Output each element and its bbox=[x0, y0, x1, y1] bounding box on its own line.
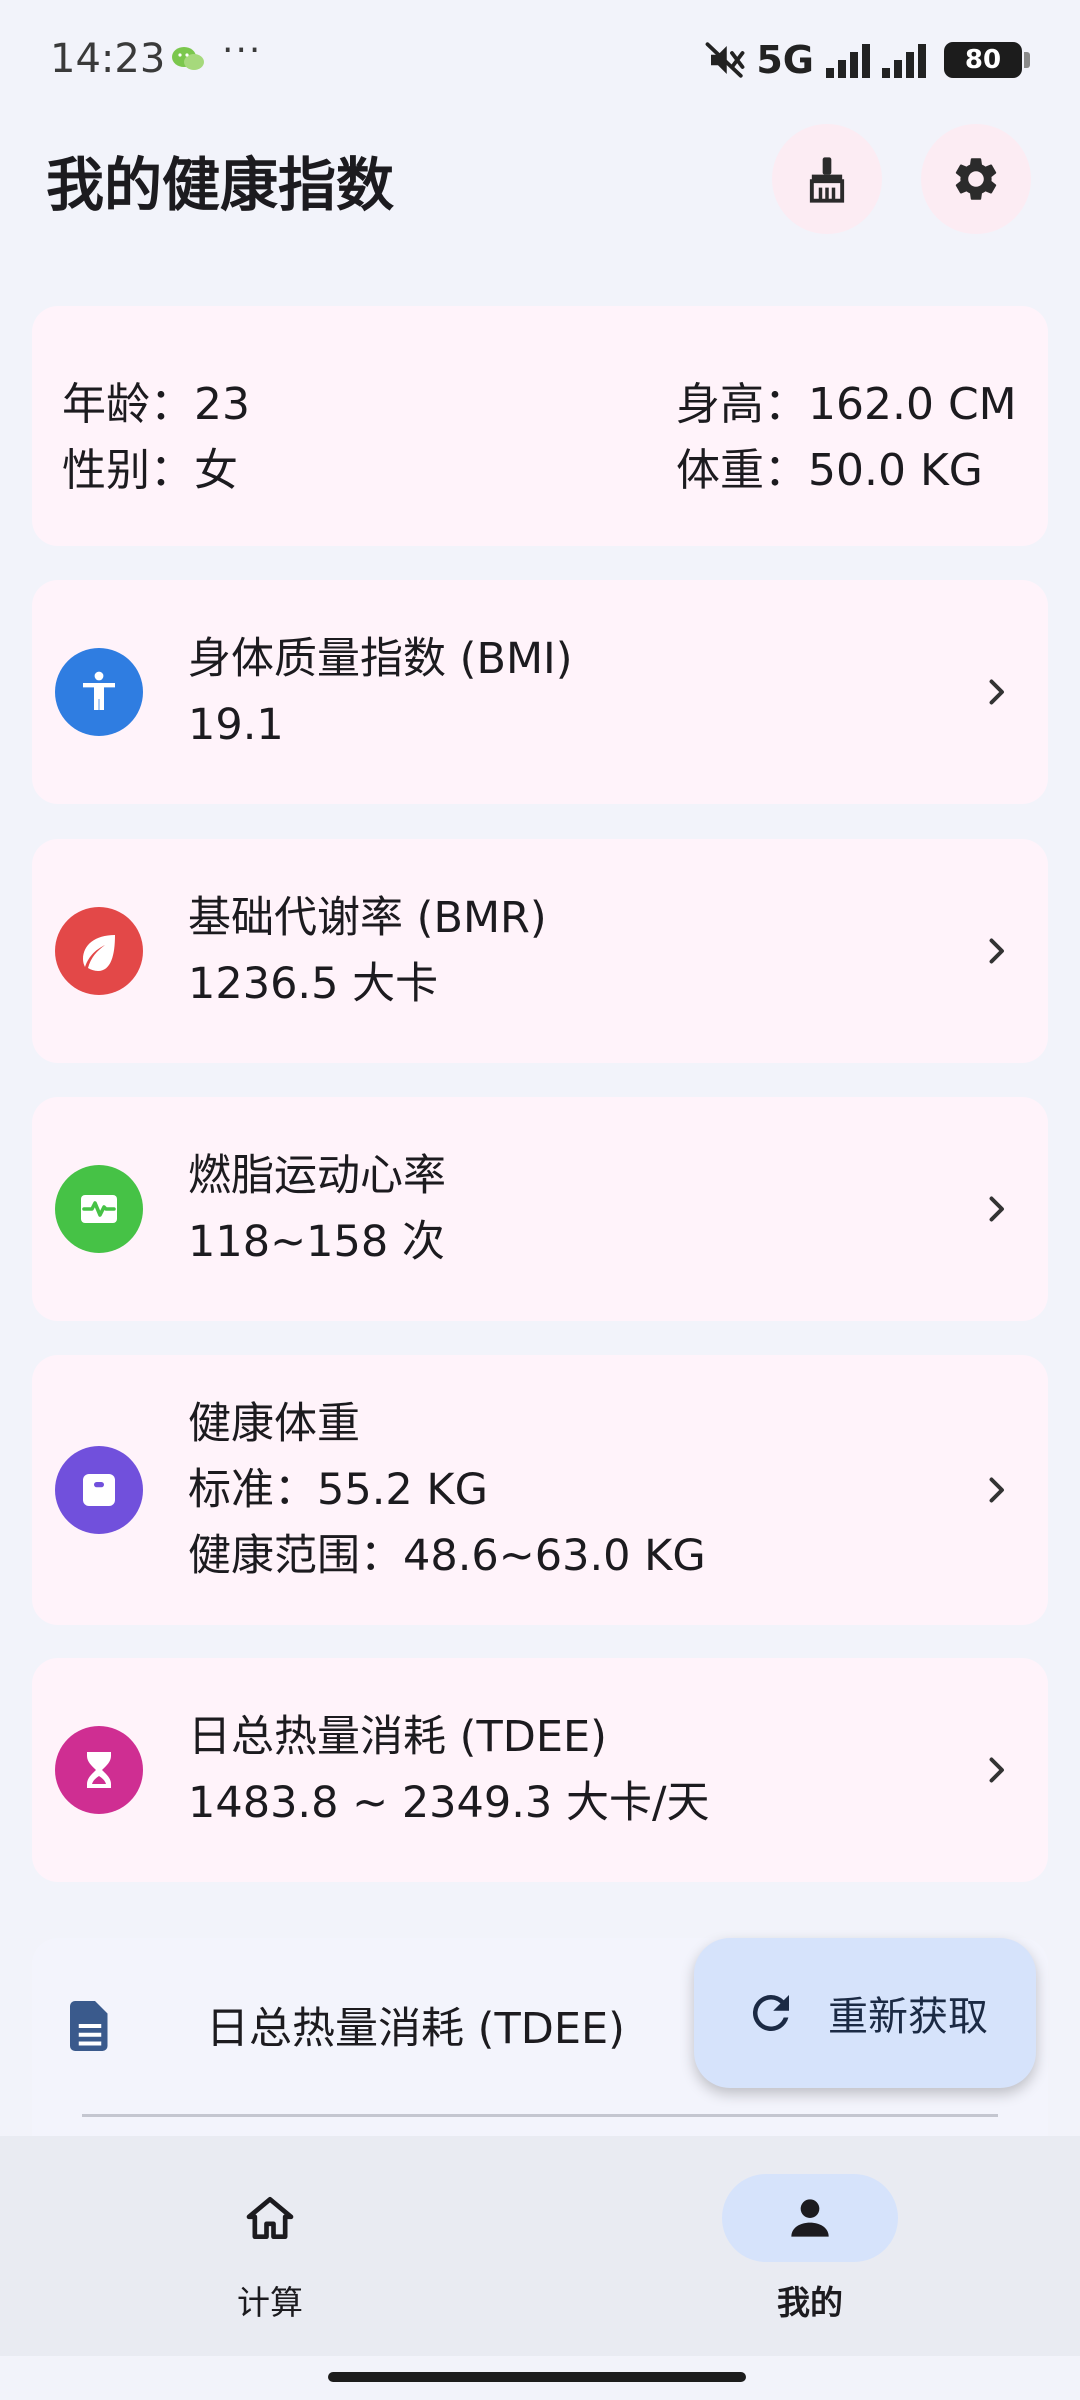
scale-icon bbox=[55, 1446, 143, 1534]
hourglass-icon bbox=[55, 1726, 143, 1814]
nav-label-calculate: 计算 bbox=[237, 2283, 303, 2322]
tdee-card[interactable]: 日总热量消耗 (TDEE) 1483.8 ~ 2349.3 大卡/天 bbox=[32, 1658, 1048, 1882]
battery-level: 80 bbox=[964, 45, 1002, 75]
bmi-value: 19.1 bbox=[188, 700, 284, 750]
healthy-weight-card[interactable]: 健康体重 标准：55.2 KG 健康范围：48.6~63.0 KG bbox=[32, 1355, 1048, 1625]
bmi-title: 身体质量指数 (BMI) bbox=[188, 634, 573, 684]
leaf-icon bbox=[55, 907, 143, 995]
divider bbox=[82, 2114, 998, 2117]
wechat-icon bbox=[172, 47, 204, 70]
person-icon bbox=[791, 2199, 829, 2237]
bmr-text: 基础代谢率 (BMR) 1236.5 大卡 bbox=[188, 885, 547, 1017]
heart-rate-text: 燃脂运动心率 118~158 次 bbox=[188, 1143, 446, 1275]
bottom-navigation: 计算 我的 bbox=[0, 2136, 1080, 2356]
chevron-right-icon bbox=[989, 1757, 1004, 1783]
broom-icon bbox=[809, 157, 845, 203]
heartbeat-monitor-icon bbox=[55, 1165, 143, 1253]
chevron-right-icon bbox=[989, 679, 1004, 705]
bmr-card[interactable]: 基础代谢率 (BMR) 1236.5 大卡 bbox=[32, 839, 1048, 1063]
status-indicators: 5G 80 bbox=[704, 38, 1030, 82]
nav-label-mine: 我的 bbox=[777, 2283, 843, 2322]
chevron-right-icon bbox=[989, 1196, 1004, 1222]
signal-icon bbox=[826, 44, 870, 78]
status-time: 14:23 bbox=[50, 36, 166, 82]
nav-pill bbox=[182, 2174, 358, 2262]
gear-icon bbox=[955, 158, 997, 200]
bmr-value: 1236.5 大卡 bbox=[188, 959, 439, 1009]
accessibility-glyph bbox=[83, 671, 115, 710]
document-icon bbox=[70, 2001, 108, 2051]
more-notifications-icon: ··· bbox=[222, 30, 263, 71]
tdee-info-title: 日总热量消耗 (TDEE) bbox=[206, 2004, 625, 2054]
signal-icon-2 bbox=[882, 44, 926, 78]
bmi-text: 身体质量指数 (BMI) 19.1 bbox=[188, 626, 573, 758]
heart-rate-card[interactable]: 燃脂运动心率 118~158 次 bbox=[32, 1097, 1048, 1321]
nav-item-calculate[interactable]: 计算 bbox=[180, 2174, 360, 2324]
healthy-weight-text: 健康体重 标准：55.2 KG 健康范围：48.6~63.0 KG bbox=[188, 1391, 706, 1589]
settings-button[interactable] bbox=[921, 124, 1031, 234]
leaf-glyph bbox=[83, 935, 115, 971]
healthy-weight-standard: 标准：55.2 KG bbox=[188, 1465, 488, 1515]
profile-gender: 性别：女 bbox=[62, 445, 238, 496]
nav-item-mine[interactable]: 我的 bbox=[720, 2174, 900, 2324]
refresh-label: 重新获取 bbox=[828, 1994, 988, 2040]
heart-rate-value: 118~158 次 bbox=[188, 1217, 445, 1267]
healthy-weight-title: 健康体重 bbox=[188, 1399, 360, 1449]
refresh-icon bbox=[752, 1995, 789, 2031]
healthy-weight-range: 健康范围：48.6~63.0 KG bbox=[188, 1531, 706, 1581]
gesture-bar bbox=[328, 2372, 746, 2382]
clear-data-button[interactable] bbox=[772, 124, 882, 234]
battery-icon: 80 bbox=[944, 42, 1022, 78]
page-title: 我的健康指数 bbox=[46, 151, 395, 219]
home-icon bbox=[246, 2197, 294, 2239]
tdee-value: 1483.8 ~ 2349.3 大卡/天 bbox=[188, 1778, 710, 1828]
chevron-right-icon bbox=[989, 938, 1004, 964]
tdee-title: 日总热量消耗 (TDEE) bbox=[188, 1712, 607, 1762]
battery-tip bbox=[1024, 52, 1030, 68]
profile-card: 年龄：23 性别：女 身高：162.0 CM 体重：50.0 KG bbox=[32, 306, 1048, 546]
profile-age: 年龄：23 bbox=[62, 379, 250, 430]
profile-height: 身高：162.0 CM bbox=[676, 379, 1017, 430]
bmr-title: 基础代谢率 (BMR) bbox=[188, 893, 547, 943]
chevron-right-icon bbox=[989, 1477, 1004, 1503]
refresh-button[interactable]: 重新获取 bbox=[694, 1938, 1036, 2088]
scale-glyph bbox=[83, 1474, 115, 1506]
bmi-card[interactable]: 身体质量指数 (BMI) 19.1 bbox=[32, 580, 1048, 804]
profile-weight: 体重：50.0 KG bbox=[676, 445, 983, 496]
tdee-text: 日总热量消耗 (TDEE) 1483.8 ~ 2349.3 大卡/天 bbox=[188, 1704, 709, 1836]
heart-rate-title: 燃脂运动心率 bbox=[188, 1151, 446, 1201]
mute-icon bbox=[705, 42, 745, 78]
nav-pill-active bbox=[722, 2174, 898, 2262]
hourglass-glyph bbox=[87, 1752, 111, 1788]
accessibility-icon bbox=[55, 648, 143, 736]
status-bar: 14:23 ··· 5G 80 bbox=[0, 0, 1080, 120]
network-type: 5G bbox=[756, 38, 814, 82]
heartbeat-glyph bbox=[81, 1195, 117, 1223]
